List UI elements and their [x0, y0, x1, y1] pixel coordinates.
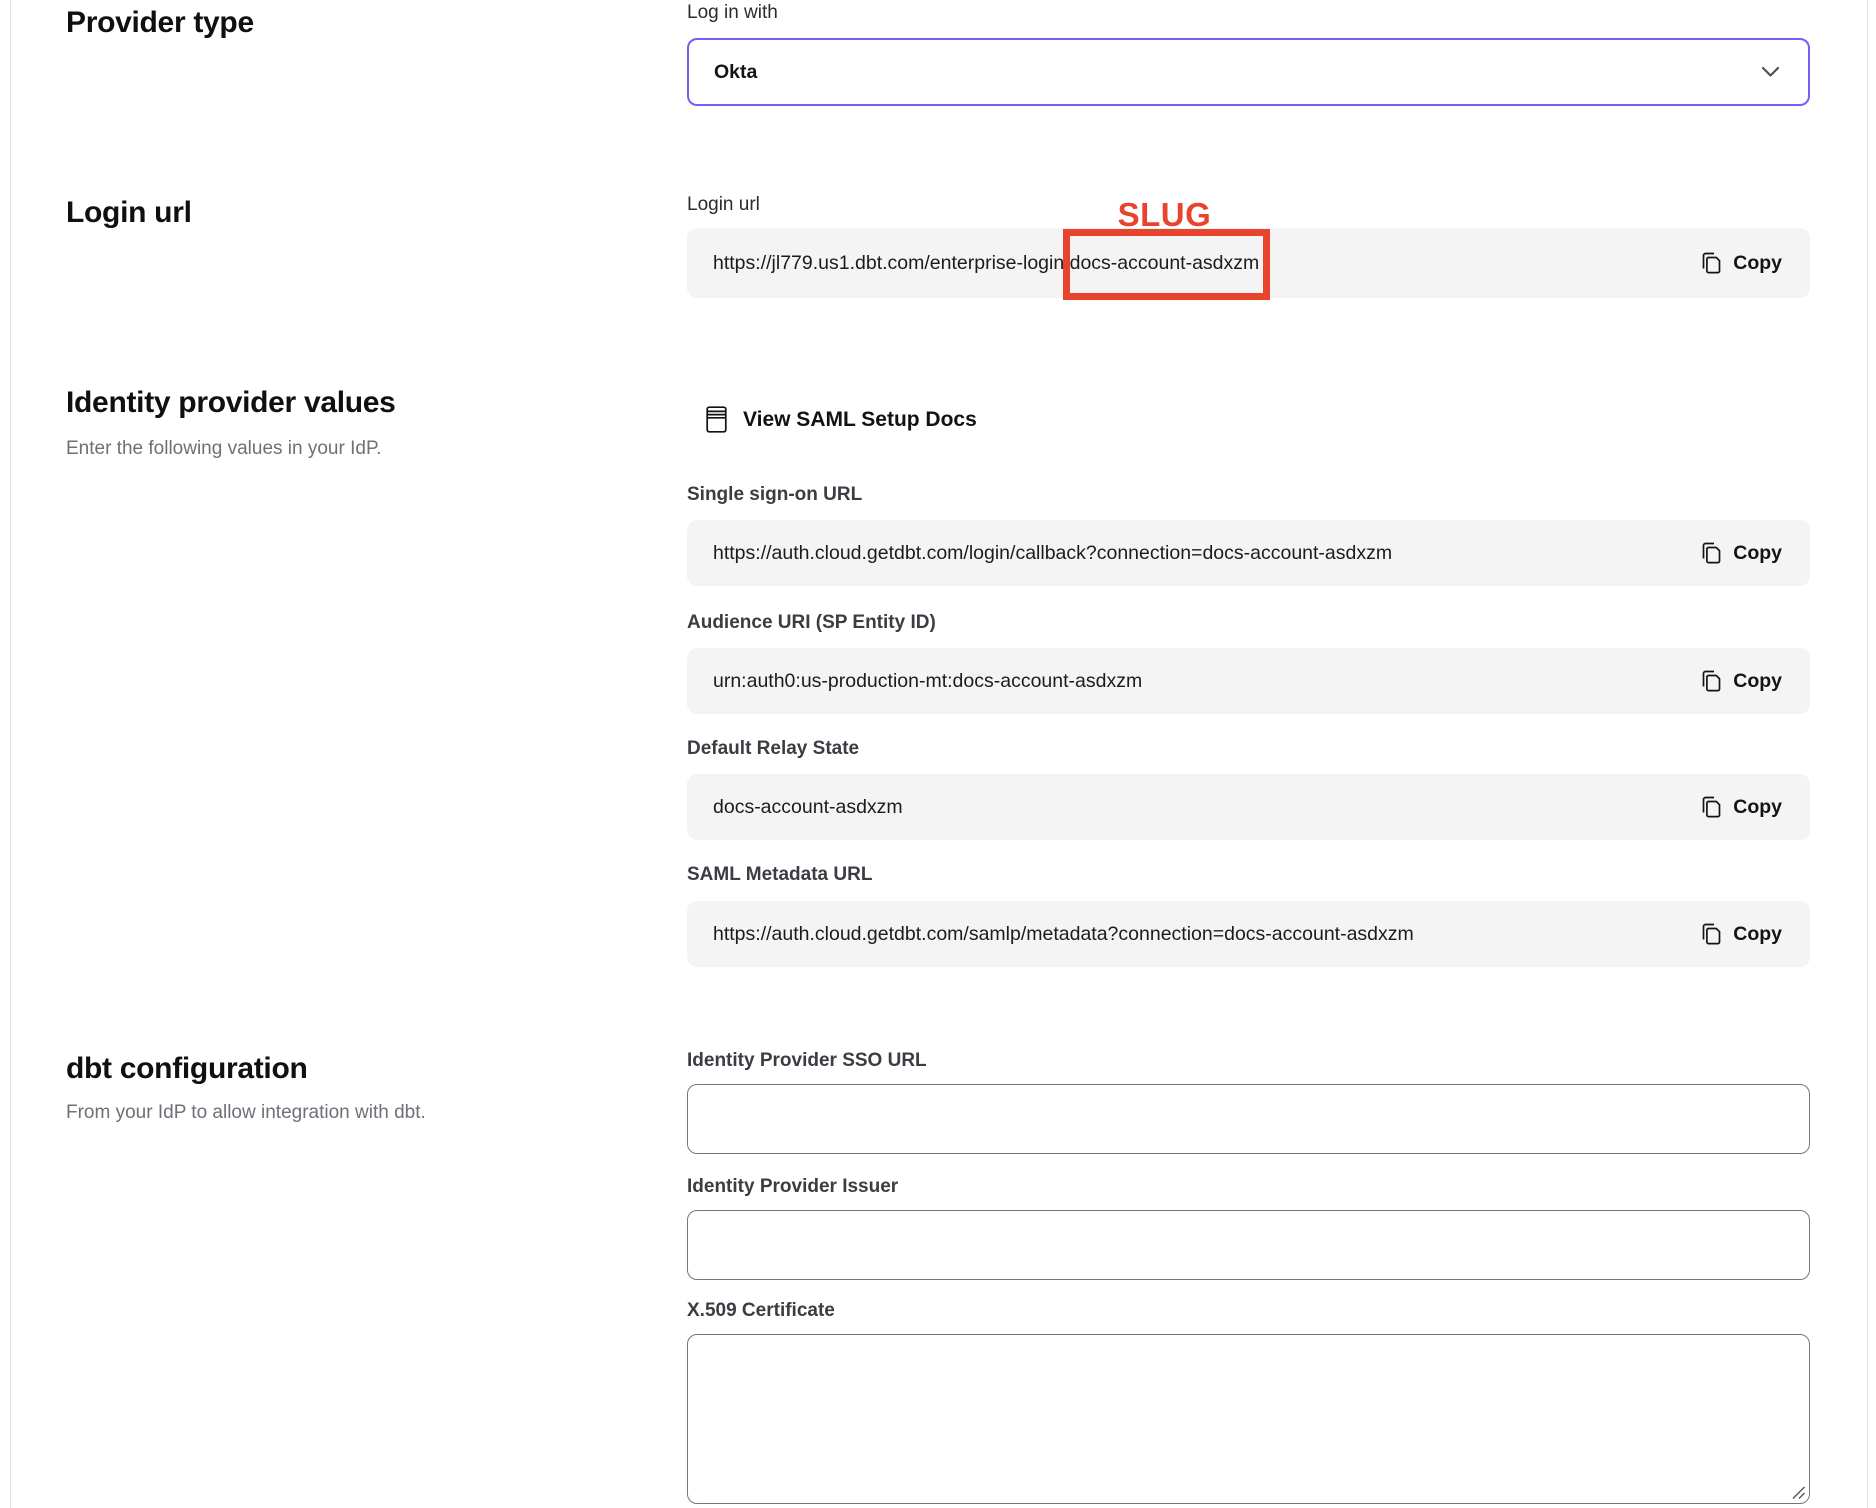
copy-button-label: Copy [1733, 252, 1782, 275]
identity-provider-values-heading: Identity provider values [66, 386, 396, 420]
copy-button-label: Copy [1733, 670, 1782, 693]
dbt-configuration-heading: dbt configuration [66, 1052, 308, 1086]
copy-icon [1700, 922, 1722, 946]
x509-certificate-wrap [687, 1334, 1810, 1504]
login-url-slug: docs-account-asdxzm [1070, 252, 1260, 274]
copy-icon [1700, 541, 1722, 565]
audience-uri-label: Audience URI (SP Entity ID) [687, 612, 936, 634]
default-relay-state-copy-button[interactable]: Copy [1698, 789, 1784, 825]
audience-uri-value: urn:auth0:us-production-mt:docs-account-… [713, 670, 1698, 693]
x509-certificate-label: X.509 Certificate [687, 1300, 835, 1322]
login-url-field: https://jl779.us1.dbt.com/enterprise-log… [687, 228, 1810, 298]
copy-icon [1700, 795, 1722, 819]
dbt-configuration-subtitle: From your IdP to allow integration with … [66, 1102, 426, 1124]
login-url-heading: Login url [66, 196, 192, 230]
login-url-field-label: Login url [687, 194, 760, 216]
resize-handle-icon[interactable] [1790, 1484, 1806, 1500]
audience-uri-field: urn:auth0:us-production-mt:docs-account-… [687, 648, 1810, 714]
sso-url-value: https://auth.cloud.getdbt.com/login/call… [713, 542, 1698, 565]
copy-button-label: Copy [1733, 542, 1782, 565]
sso-url-label: Single sign-on URL [687, 484, 862, 506]
x509-certificate-textarea[interactable] [687, 1334, 1810, 1504]
slug-annotation-label: SLUG [1118, 196, 1212, 234]
provider-select-value: Okta [714, 61, 757, 84]
view-saml-setup-docs-label: View SAML Setup Docs [743, 408, 977, 432]
identity-provider-values-subtitle: Enter the following values in your IdP. [66, 438, 381, 460]
chevron-down-icon [1761, 66, 1780, 78]
copy-button-label: Copy [1733, 796, 1782, 819]
login-with-label: Log in with [687, 2, 778, 24]
idp-issuer-label: Identity Provider Issuer [687, 1176, 898, 1198]
login-url-prefix: https://jl779.us1.dbt.com/enterprise-log… [713, 252, 1070, 274]
saml-metadata-url-field: https://auth.cloud.getdbt.com/samlp/meta… [687, 901, 1810, 967]
idp-sso-url-input[interactable] [687, 1084, 1810, 1154]
copy-icon [1700, 251, 1722, 275]
panel-left-border [10, 0, 11, 1508]
login-url-copy-button[interactable]: Copy [1698, 245, 1784, 281]
default-relay-state-label: Default Relay State [687, 738, 859, 760]
idp-issuer-input[interactable] [687, 1210, 1810, 1280]
login-url-slug-wrap: docs-account-asdxzm SLUG [1070, 252, 1260, 275]
saml-metadata-url-copy-button[interactable]: Copy [1698, 916, 1784, 952]
saml-metadata-url-value: https://auth.cloud.getdbt.com/samlp/meta… [713, 923, 1698, 946]
sso-url-field: https://auth.cloud.getdbt.com/login/call… [687, 520, 1810, 586]
default-relay-state-value: docs-account-asdxzm [713, 796, 1698, 819]
saml-metadata-url-label: SAML Metadata URL [687, 864, 872, 886]
default-relay-state-field: docs-account-asdxzm Copy [687, 774, 1810, 840]
copy-button-label: Copy [1733, 923, 1782, 946]
copy-icon [1700, 669, 1722, 693]
provider-type-heading: Provider type [66, 6, 254, 40]
provider-select[interactable]: Okta [687, 38, 1810, 106]
login-url-value: https://jl779.us1.dbt.com/enterprise-log… [713, 252, 1698, 275]
audience-uri-copy-button[interactable]: Copy [1698, 663, 1784, 699]
view-saml-setup-docs-link[interactable]: View SAML Setup Docs [706, 406, 977, 433]
sso-settings-panel: Provider type Log in with Okta Login url… [0, 0, 1876, 1508]
sso-url-copy-button[interactable]: Copy [1698, 535, 1784, 571]
idp-sso-url-label: Identity Provider SSO URL [687, 1050, 927, 1072]
panel-right-border [1867, 0, 1868, 1508]
book-icon [706, 406, 727, 433]
